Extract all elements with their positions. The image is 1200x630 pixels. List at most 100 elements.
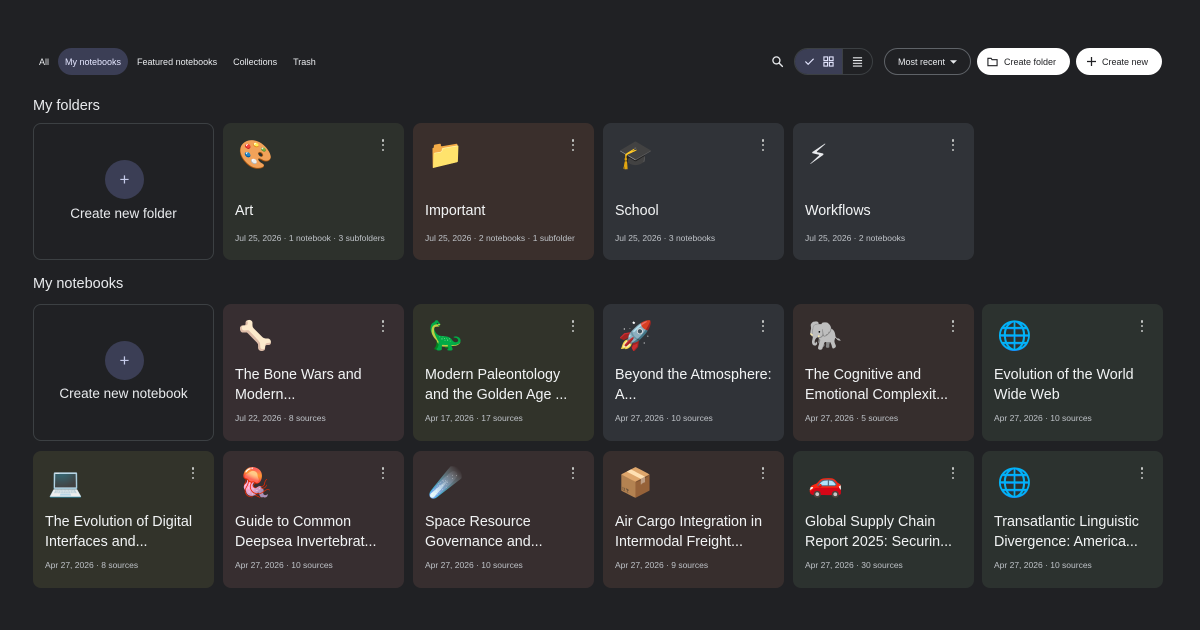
notebook-card[interactable]: 🪼 Guide to Common Deepsea Invertebrat... A… — [223, 451, 404, 588]
more-options-icon[interactable] — [570, 467, 576, 479]
sort-label: Most recent — [897, 56, 946, 67]
folder-card[interactable]: 🎓 School Jul 25, 2026 · 3 notebooks — [603, 123, 784, 260]
notebook-emoji-icon: ☄️ — [428, 467, 463, 498]
folder-meta: Jul 25, 2026 · 2 notebooks · 1 subfolder — [425, 233, 575, 243]
top-bar: All My notebooks Featured notebooks Coll… — [32, 48, 1162, 75]
search-button[interactable] — [764, 48, 791, 75]
search-icon — [771, 55, 784, 68]
notebook-title: Global Supply Chain Report 2025: Securin… — [805, 514, 953, 550]
notebook-card[interactable]: 🚀 Beyond the Atmosphere: A... Apr 27, 2026… — [603, 304, 784, 441]
folder-title: Workflows — [805, 203, 871, 219]
notebook-emoji-icon: 🚗 — [808, 467, 843, 498]
tab-trash[interactable]: Trash — [286, 48, 323, 75]
more-options-icon[interactable] — [380, 320, 386, 332]
notebook-meta: Apr 27, 2026 · 10 sources — [994, 413, 1092, 423]
folder-card[interactable]: 📁 Important Jul 25, 2026 · 2 notebooks · 1… — [413, 123, 594, 260]
more-options-icon[interactable] — [950, 320, 956, 332]
folder-title: Art — [235, 203, 254, 219]
notebook-meta: Apr 27, 2026 · 10 sources — [615, 413, 713, 423]
folder-card[interactable]: 🎨 Art Jul 25, 2026 · 1 notebook · 3 subfol… — [223, 123, 404, 260]
tab-featured-notebooks[interactable]: Featured notebooks — [130, 48, 224, 75]
notebook-card[interactable]: 🌐 Evolution of the World Wide Web Apr 27, … — [982, 304, 1163, 441]
more-options-icon[interactable] — [380, 467, 386, 479]
create-folder-label: Create folder — [1004, 56, 1057, 67]
folder-emoji-icon: 🎓 — [618, 139, 653, 170]
notebook-meta: Apr 27, 2026 · 9 sources — [615, 560, 709, 570]
create-folder-button[interactable]: Create folder — [977, 48, 1070, 75]
create-new-folder-label: Create new folder — [70, 206, 177, 221]
folder-emoji-icon: 📁 — [428, 139, 463, 170]
grid-view-button[interactable] — [795, 49, 842, 74]
create-new-notebook-label: Create new notebook — [59, 386, 188, 401]
more-options-icon[interactable] — [570, 320, 576, 332]
notebook-emoji-icon: 🌐 — [997, 467, 1032, 498]
notebook-card[interactable]: 🦕 Modern Paleontology and the Golden Age … — [413, 304, 594, 441]
create-new-folder-card[interactable]: + Create new folder — [33, 123, 214, 260]
notebook-meta: Apr 27, 2026 · 10 sources — [425, 560, 523, 570]
notebook-card[interactable]: 📦 Air Cargo Integration in Intermodal Fre… — [603, 451, 784, 588]
notebook-card[interactable]: ☄️ Space Resource Governance and... Apr 27… — [413, 451, 594, 588]
more-options-icon[interactable] — [1139, 467, 1145, 479]
notebook-emoji-icon: 🐘 — [808, 320, 843, 351]
more-options-icon[interactable] — [570, 139, 576, 151]
folder-emoji-icon: 🎨 — [238, 139, 273, 170]
tab-all[interactable]: All — [32, 48, 56, 75]
notebook-emoji-icon: 🚀 — [618, 320, 653, 351]
more-options-icon[interactable] — [760, 139, 766, 151]
notebook-card[interactable]: 🚗 Global Supply Chain Report 2025: Securi… — [793, 451, 974, 588]
notebook-card[interactable]: 🐘 The Cognitive and Emotional Complexit..… — [793, 304, 974, 441]
notebook-card[interactable]: 🦴 The Bone Wars and Modern... Jul 22, 2026… — [223, 304, 404, 441]
notebook-card[interactable]: 💻 The Evolution of Digital Interfaces and… — [33, 451, 214, 588]
more-options-icon[interactable] — [950, 467, 956, 479]
check-icon — [804, 56, 815, 67]
notebook-meta: Apr 27, 2026 · 5 sources — [805, 413, 899, 423]
create-new-notebook-card[interactable]: + Create new notebook — [33, 304, 214, 441]
folder-meta: Jul 25, 2026 · 2 notebooks — [805, 233, 906, 243]
notebook-title: Transatlantic Linguistic Divergence: Ame… — [994, 514, 1139, 550]
more-options-icon[interactable] — [190, 467, 196, 479]
plus-icon: + — [105, 341, 144, 380]
filter-tabs: All My notebooks Featured notebooks Coll… — [32, 48, 325, 75]
notebook-emoji-icon: 🦕 — [428, 320, 463, 351]
notebooks-section-title: My notebooks — [33, 276, 124, 292]
notebook-meta: Apr 27, 2026 · 10 sources — [994, 560, 1092, 570]
notebook-emoji-icon: 💻 — [48, 467, 83, 498]
notebook-title: The Evolution of Digital Interfaces and.… — [45, 514, 193, 550]
notebook-title: Beyond the Atmosphere: A... — [615, 367, 772, 403]
sort-dropdown[interactable]: Most recent — [884, 48, 971, 75]
list-view-button[interactable] — [842, 49, 872, 74]
notebook-emoji-icon: 🦴 — [238, 320, 273, 351]
tab-my-notebooks[interactable]: My notebooks — [58, 48, 129, 75]
notebook-title: The Cognitive and Emotional Complexit... — [805, 367, 949, 403]
more-options-icon[interactable] — [1139, 320, 1145, 332]
folder-meta: Jul 25, 2026 · 1 notebook · 3 subfolders — [235, 233, 385, 243]
folder-card[interactable]: ⚡ Workflows Jul 25, 2026 · 2 notebooks — [793, 123, 974, 260]
tab-collections[interactable]: Collections — [226, 48, 284, 75]
more-options-icon[interactable] — [380, 139, 386, 151]
notebook-meta: Jul 22, 2026 · 8 sources — [235, 413, 326, 423]
view-toggle — [794, 48, 873, 75]
notebook-meta: Apr 27, 2026 · 10 sources — [235, 560, 333, 570]
folder-emoji-icon: ⚡ — [808, 139, 828, 170]
folder-title: Important — [425, 203, 486, 219]
notebook-emoji-icon: 📦 — [618, 467, 653, 498]
create-new-button[interactable]: Create new — [1076, 48, 1162, 75]
folder-title: School — [615, 203, 659, 219]
notebook-title: The Bone Wars and Modern... — [235, 367, 362, 403]
folder-meta: Jul 25, 2026 · 3 notebooks — [615, 233, 716, 243]
notebook-title: Space Resource Governance and... — [425, 514, 543, 550]
caret-down-icon — [950, 59, 958, 64]
notebook-meta: Apr 17, 2026 · 17 sources — [425, 413, 523, 423]
notebook-title: Guide to Common Deepsea Invertebrat... — [235, 514, 377, 550]
more-options-icon[interactable] — [760, 467, 766, 479]
grid-icon — [823, 56, 834, 67]
list-icon — [852, 56, 863, 67]
notebook-card[interactable]: 🌐 Transatlantic Linguistic Divergence: Am… — [982, 451, 1163, 588]
more-options-icon[interactable] — [760, 320, 766, 332]
plus-icon: + — [105, 160, 144, 199]
notebook-title: Air Cargo Integration in Intermodal Frei… — [615, 514, 763, 550]
folders-section-title: My folders — [33, 98, 100, 114]
toolbar: Most recent Create folder Create new — [764, 48, 1162, 75]
notebook-meta: Apr 27, 2026 · 30 sources — [805, 560, 903, 570]
more-options-icon[interactable] — [950, 139, 956, 151]
